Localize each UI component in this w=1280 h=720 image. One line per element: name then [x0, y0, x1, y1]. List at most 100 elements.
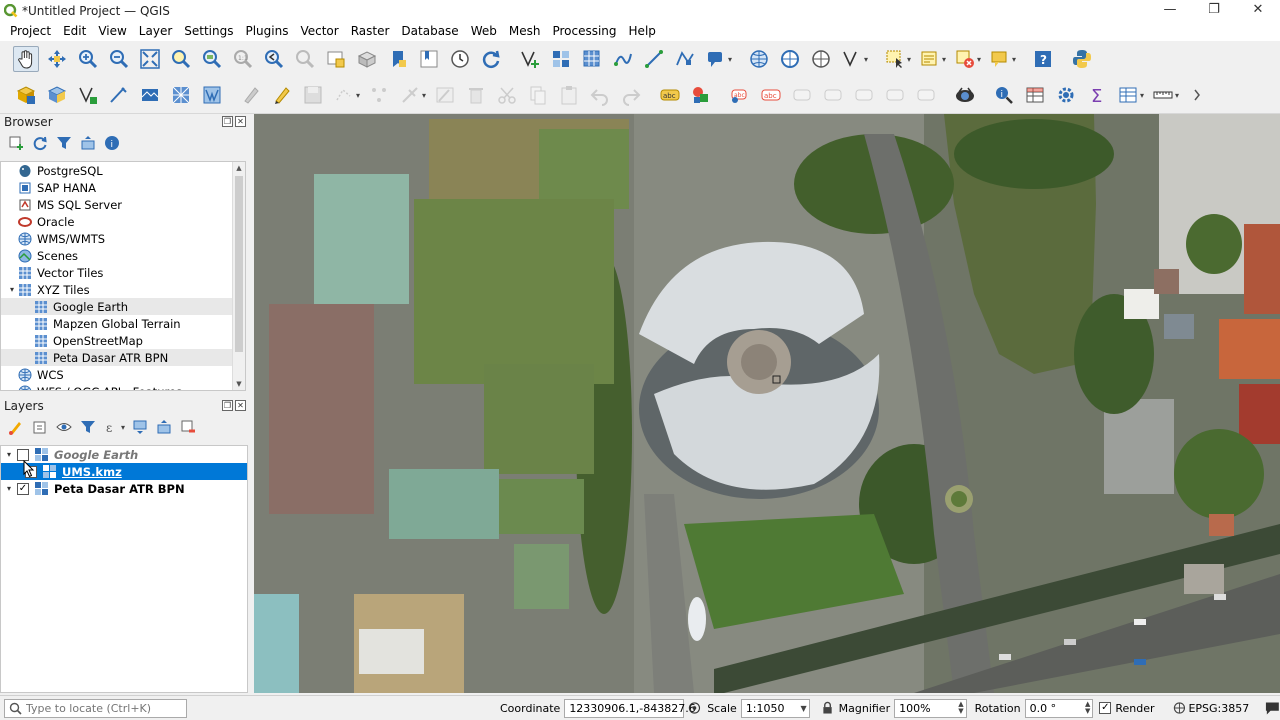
rotation-spinbox[interactable]: 0.0 ° ▲ ▼: [1024, 698, 1094, 718]
dropdown-arrow-icon[interactable]: ▾: [1140, 91, 1147, 100]
measure-line-button[interactable]: [641, 46, 667, 72]
crs-label[interactable]: EPSG:3857: [1188, 702, 1249, 715]
processing-toolbox-button[interactable]: [1053, 82, 1079, 108]
vertex-editor-button[interactable]: [839, 46, 865, 72]
copy-features-button[interactable]: [525, 82, 551, 108]
add-wms-layer-button[interactable]: [199, 82, 225, 108]
menu-raster[interactable]: Raster: [345, 21, 396, 41]
identify-features-button[interactable]: i: [991, 82, 1017, 108]
attribute-edit-button[interactable]: [432, 82, 458, 108]
scroll-up-icon[interactable]: ▲: [233, 162, 245, 174]
add-point-feature-button[interactable]: [331, 82, 357, 108]
browser-item[interactable]: WFS / OGC API - Features: [1, 383, 245, 390]
web-globe-2-button[interactable]: [777, 46, 803, 72]
zoom-last-button[interactable]: [261, 46, 287, 72]
browser-item[interactable]: Google Earth: [1, 298, 245, 315]
menu-edit[interactable]: Edit: [57, 21, 92, 41]
pan-to-selection-button[interactable]: [44, 46, 70, 72]
label-highlight-button[interactable]: abc: [758, 82, 784, 108]
georeference-button[interactable]: [610, 46, 636, 72]
expand-arrow-icon[interactable]: ▾: [6, 285, 18, 294]
undo-button[interactable]: [587, 82, 613, 108]
label-change-button[interactable]: [851, 82, 877, 108]
dropdown-arrow-icon[interactable]: ▾: [728, 55, 735, 64]
layer-diagram-button[interactable]: [688, 82, 714, 108]
statistics-summary-button[interactable]: Σ: [1084, 82, 1110, 108]
menu-plugins[interactable]: Plugins: [239, 21, 294, 41]
expand-arrow-icon[interactable]: ▾: [1, 484, 17, 493]
float-panel-button[interactable]: ❐: [222, 400, 233, 411]
browser-item[interactable]: WMS/WMTS: [1, 230, 245, 247]
map-canvas[interactable]: [254, 114, 1280, 693]
browser-item[interactable]: OpenStreetMap: [1, 332, 245, 349]
manage-themes-button[interactable]: [54, 417, 74, 437]
deselect-features-button[interactable]: [952, 46, 978, 72]
layer-visibility-checkbox[interactable]: ✓: [17, 482, 29, 495]
open-attribute-table-button[interactable]: [1022, 82, 1048, 108]
browser-item[interactable]: Peta Dasar ATR BPN: [1, 349, 245, 366]
filter-by-expression-button[interactable]: ε: [102, 417, 122, 437]
crs-globe-icon[interactable]: [1173, 701, 1186, 715]
dropdown-arrow-icon[interactable]: ▾: [1175, 91, 1182, 100]
menu-layer[interactable]: Layer: [133, 21, 178, 41]
layers-tree[interactable]: ▾ Google Earth UMS.kmz ▾ ✓ Peta Dasar ATR BPN: [0, 445, 248, 693]
new-geopackage-button[interactable]: [44, 82, 70, 108]
new-map-view-button[interactable]: [323, 46, 349, 72]
magnifier-spinbox[interactable]: 100% ▲ ▼: [894, 698, 967, 718]
openlayers-plugin-button[interactable]: [952, 82, 978, 108]
label-pinned-button[interactable]: [913, 82, 939, 108]
browser-item[interactable]: ▾ XYZ Tiles: [1, 281, 245, 298]
add-vector-layer-button[interactable]: [75, 82, 101, 108]
zoom-out-button[interactable]: [106, 46, 132, 72]
close-button[interactable]: ✕: [1236, 0, 1280, 21]
scroll-down-icon[interactable]: ▼: [233, 378, 245, 390]
menu-web[interactable]: Web: [465, 21, 503, 41]
vertex-tool-button[interactable]: [672, 46, 698, 72]
coordinate-field[interactable]: 12330906.1,-843827.6: [564, 698, 696, 718]
new-spatial-bookmark-button[interactable]: [385, 46, 411, 72]
browser-item[interactable]: Vector Tiles: [1, 264, 245, 281]
menu-settings[interactable]: Settings: [178, 21, 239, 41]
add-raster-layer-button[interactable]: [137, 82, 163, 108]
layer-item[interactable]: ▾ Google Earth: [1, 446, 247, 463]
menu-vector[interactable]: Vector: [294, 21, 344, 41]
layer-labeling-button[interactable]: abc: [657, 82, 683, 108]
expand-all-button[interactable]: [130, 417, 150, 437]
zoom-to-layer-button[interactable]: [199, 46, 225, 72]
dropdown-arrow-icon[interactable]: ▾: [907, 55, 914, 64]
help-button[interactable]: ?: [1030, 46, 1056, 72]
dropdown-arrow-icon[interactable]: ▾: [121, 423, 128, 432]
close-panel-button[interactable]: ✕: [235, 116, 246, 127]
show-bookmarks-button[interactable]: [416, 46, 442, 72]
extents-toggle-icon[interactable]: [688, 701, 701, 715]
spin-arrows-icon[interactable]: ▲ ▼: [958, 701, 963, 715]
float-panel-button[interactable]: ❐: [222, 116, 233, 127]
close-panel-button[interactable]: ✕: [235, 400, 246, 411]
show-tables-button[interactable]: [1115, 82, 1141, 108]
label-show-button[interactable]: [882, 82, 908, 108]
add-mesh-layer-button[interactable]: [168, 82, 194, 108]
browser-scrollbar[interactable]: ▲ ▼: [232, 162, 245, 390]
properties-button[interactable]: i: [102, 133, 122, 153]
browser-item[interactable]: SAP HANA: [1, 179, 245, 196]
python-console-button[interactable]: [1069, 46, 1095, 72]
refresh-button[interactable]: [478, 46, 504, 72]
new-3d-map-view-button[interactable]: [354, 46, 380, 72]
select-features-button[interactable]: [882, 46, 908, 72]
chevron-down-icon[interactable]: ▼: [800, 704, 806, 713]
label-pin-button[interactable]: abc: [727, 82, 753, 108]
collapse-all-button[interactable]: [78, 133, 98, 153]
toggle-editing-button[interactable]: [269, 82, 295, 108]
digitize-button[interactable]: [517, 46, 543, 72]
menu-project[interactable]: Project: [4, 21, 57, 41]
render-checkbox[interactable]: ✓: [1099, 702, 1112, 714]
add-line-layer-button[interactable]: [106, 82, 132, 108]
select-grid-button[interactable]: [548, 46, 574, 72]
remove-layer-button[interactable]: [178, 417, 198, 437]
annotation-button[interactable]: [987, 46, 1013, 72]
zoom-next-button[interactable]: [292, 46, 318, 72]
cut-features-button[interactable]: [494, 82, 520, 108]
label-move-button[interactable]: [789, 82, 815, 108]
maximize-button[interactable]: ❐: [1192, 0, 1236, 21]
label-rotate-button[interactable]: [820, 82, 846, 108]
